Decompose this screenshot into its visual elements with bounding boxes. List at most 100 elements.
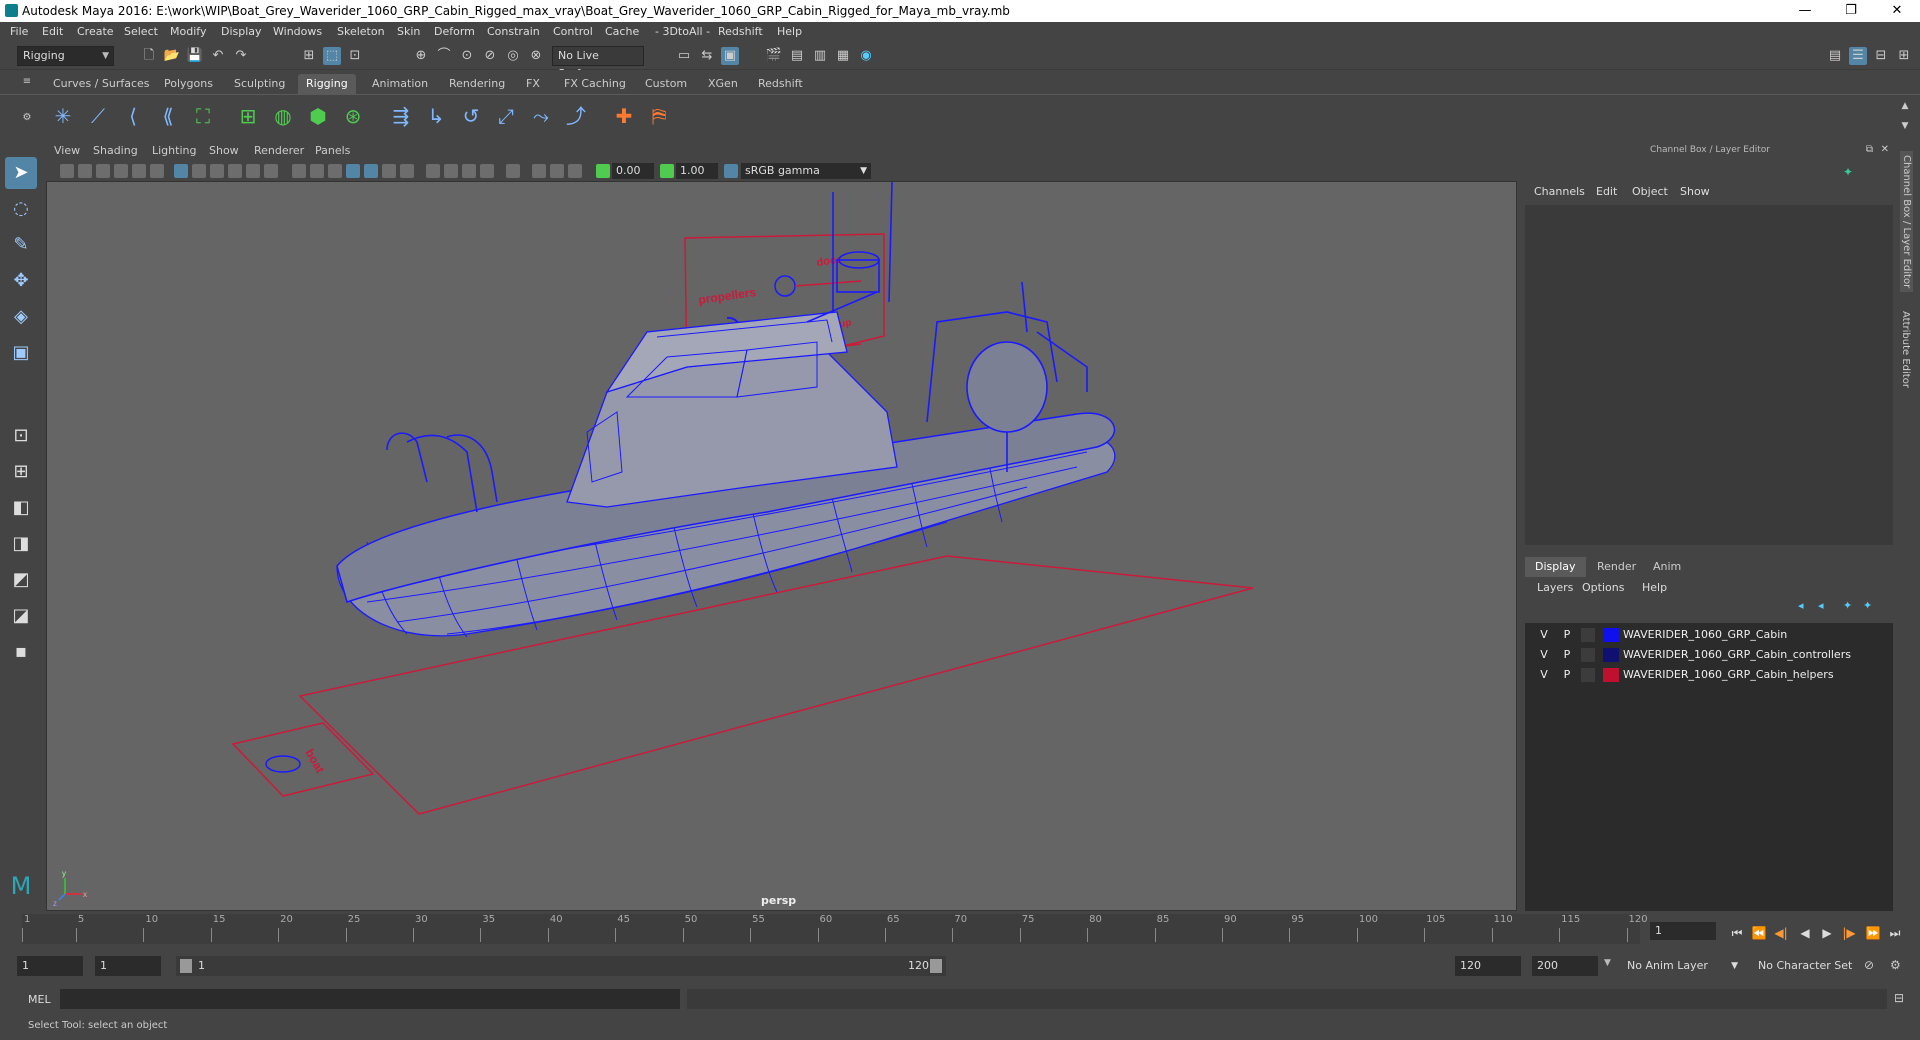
motion-blur-icon[interactable] <box>444 164 458 178</box>
aim-constraint-icon[interactable]: ⤳ <box>525 100 557 132</box>
smooth-shade-icon[interactable] <box>310 164 324 178</box>
menu-create[interactable]: Create <box>77 25 114 38</box>
gate-mask-icon[interactable] <box>228 164 242 178</box>
resolution-gate-icon[interactable] <box>210 164 224 178</box>
wireframe-icon[interactable] <box>292 164 306 178</box>
tab-redshift[interactable]: Redshift <box>750 74 811 94</box>
color-space-dropdown[interactable]: sRGB gamma ▼ <box>741 163 871 179</box>
backface-icon[interactable] <box>568 164 582 178</box>
select-object-icon[interactable]: ⬚ <box>323 47 341 65</box>
layer-type-toggle[interactable] <box>1581 668 1595 682</box>
go-to-start-icon[interactable]: ⏮ <box>1728 924 1746 942</box>
step-back-frame-icon[interactable]: ◀| <box>1772 924 1790 942</box>
bind-skin-icon[interactable]: ⊞ <box>232 100 264 132</box>
character-set-dropdown[interactable]: No Character Set <box>1753 956 1881 976</box>
tab-fx[interactable]: FX <box>518 74 548 94</box>
parent-constraint-icon[interactable]: ⇶ <box>385 100 417 132</box>
menu-file[interactable]: File <box>10 25 28 38</box>
hypershade-layout-icon[interactable]: ◩ <box>5 564 37 596</box>
select-tool-icon[interactable]: ➤ <box>5 157 37 189</box>
tab-fx-caching[interactable]: FX Caching <box>556 74 634 94</box>
menu-control[interactable]: Control <box>553 25 593 38</box>
command-input[interactable] <box>60 989 680 1009</box>
save-scene-icon[interactable]: 💾 <box>186 47 204 65</box>
scale-tool-icon[interactable]: ▣ <box>5 337 37 369</box>
tab-rigging[interactable]: Rigging <box>298 74 356 94</box>
snap-view-icon[interactable]: ⊘ <box>481 47 499 65</box>
layer-color-swatch[interactable] <box>1603 648 1619 662</box>
side-tab-attribute-editor[interactable]: Attribute Editor <box>1900 311 1911 388</box>
panel-menu-renderer[interactable]: Renderer <box>254 144 304 157</box>
point-constraint-icon[interactable]: ↳ <box>420 100 452 132</box>
xray-icon[interactable] <box>364 164 378 178</box>
layer-type-toggle[interactable] <box>1581 648 1595 662</box>
tab-polygons[interactable]: Polygons <box>156 74 221 94</box>
layer-visibility-toggle[interactable]: V <box>1537 668 1551 681</box>
object-menu[interactable]: Object <box>1632 185 1668 198</box>
step-back-key-icon[interactable]: ⏪ <box>1750 924 1768 942</box>
step-forward-key-icon[interactable]: ⏩ <box>1864 924 1882 942</box>
shelf-menu-icon[interactable]: ≡ <box>18 73 36 91</box>
menu-windows[interactable]: Windows <box>273 25 322 38</box>
move-layer-up-icon[interactable]: ◂ <box>1798 599 1804 612</box>
menu-cache[interactable]: Cache <box>605 25 639 38</box>
hypershade-icon[interactable]: ▦ <box>834 47 852 65</box>
menu-modify[interactable]: Modify <box>170 25 206 38</box>
custom-layout-icon[interactable]: ◪ <box>5 600 37 632</box>
command-language-label[interactable]: MEL <box>28 993 51 1006</box>
quick-rig-icon[interactable]: ⛶ <box>187 100 219 132</box>
orient-constraint-icon[interactable]: ↺ <box>455 100 487 132</box>
lights-icon[interactable] <box>382 164 396 178</box>
ik-handle-icon[interactable]: ⟋ <box>82 100 114 132</box>
tab-display[interactable]: Display <box>1525 557 1586 577</box>
tab-xgen[interactable]: XGen <box>700 74 746 94</box>
four-view-icon[interactable]: ⊞ <box>5 456 37 488</box>
snap-magnet-icon[interactable]: ⊗ <box>527 47 545 65</box>
layer-color-swatch[interactable] <box>1603 628 1619 642</box>
tab-sculpting[interactable]: Sculpting <box>226 74 293 94</box>
persp-outliner-icon[interactable]: ◧ <box>5 492 37 524</box>
joint-tool-icon[interactable]: ✳ <box>47 100 79 132</box>
close-button[interactable]: ✕ <box>1874 0 1920 22</box>
menu-constrain[interactable]: Constrain <box>487 25 540 38</box>
auto-key-icon[interactable]: ⊘ <box>1864 958 1874 972</box>
tab-anim[interactable]: Anim <box>1643 557 1691 577</box>
mirror-joint-icon[interactable]: ⟪ <box>152 100 184 132</box>
undo-icon[interactable]: ↶ <box>209 47 227 65</box>
layer-visibility-toggle[interactable]: V <box>1537 628 1551 641</box>
options-menu[interactable]: Options <box>1582 581 1624 594</box>
anim-preferences-icon[interactable]: ⚙ <box>1890 958 1901 972</box>
exposure-icon[interactable] <box>596 164 610 178</box>
smooth-bind-icon[interactable]: ◍ <box>267 100 299 132</box>
channel-list[interactable] <box>1525 205 1893 545</box>
camera-icon[interactable] <box>60 164 74 178</box>
layer-row[interactable]: V P WAVERIDER_1060_GRP_Cabin_controllers <box>1525 645 1893 665</box>
panel-menu-panels[interactable]: Panels <box>315 144 350 157</box>
symmetry-icon[interactable]: ▣ <box>721 47 739 65</box>
field-chart-icon[interactable] <box>246 164 260 178</box>
shaded-wire-icon[interactable] <box>328 164 342 178</box>
go-to-end-icon[interactable]: ⏭ <box>1886 924 1904 942</box>
shelf-options-icon[interactable]: ⚙ <box>18 109 36 127</box>
set-driven-key-icon[interactable]: ⛿ <box>643 100 675 132</box>
snap-curve-icon[interactable]: ⌒ <box>435 47 453 65</box>
snap-point-icon[interactable]: ⊙ <box>458 47 476 65</box>
image-plane-icon[interactable] <box>114 164 128 178</box>
shelf-scroll-down-icon[interactable]: ▼ <box>1896 117 1914 135</box>
panel-menu-shading[interactable]: Shading <box>93 144 138 157</box>
exposure-field[interactable]: 0.00 <box>612 163 654 179</box>
float-panel-icon[interactable]: ⧉ <box>1866 144 1873 155</box>
locator-icon[interactable]: ✚ <box>608 100 640 132</box>
xray-active-icon[interactable] <box>550 164 564 178</box>
restore-button[interactable]: ❐ <box>1828 0 1874 22</box>
select-hierarchy-icon[interactable]: ⊞ <box>300 47 318 65</box>
live-surface-field[interactable]: No Live Surface <box>552 46 644 80</box>
gamma-field[interactable]: 1.00 <box>676 163 718 179</box>
layer-playback-toggle[interactable]: P <box>1560 628 1574 641</box>
playback-start-field[interactable]: 1 <box>95 956 161 976</box>
tab-render[interactable]: Render <box>1587 557 1646 577</box>
snap-live-icon[interactable]: ◎ <box>504 47 522 65</box>
layer-playback-toggle[interactable]: P <box>1560 668 1574 681</box>
animation-end-field[interactable]: 200 <box>1532 956 1598 976</box>
render-settings-icon[interactable]: ▥ <box>811 47 829 65</box>
